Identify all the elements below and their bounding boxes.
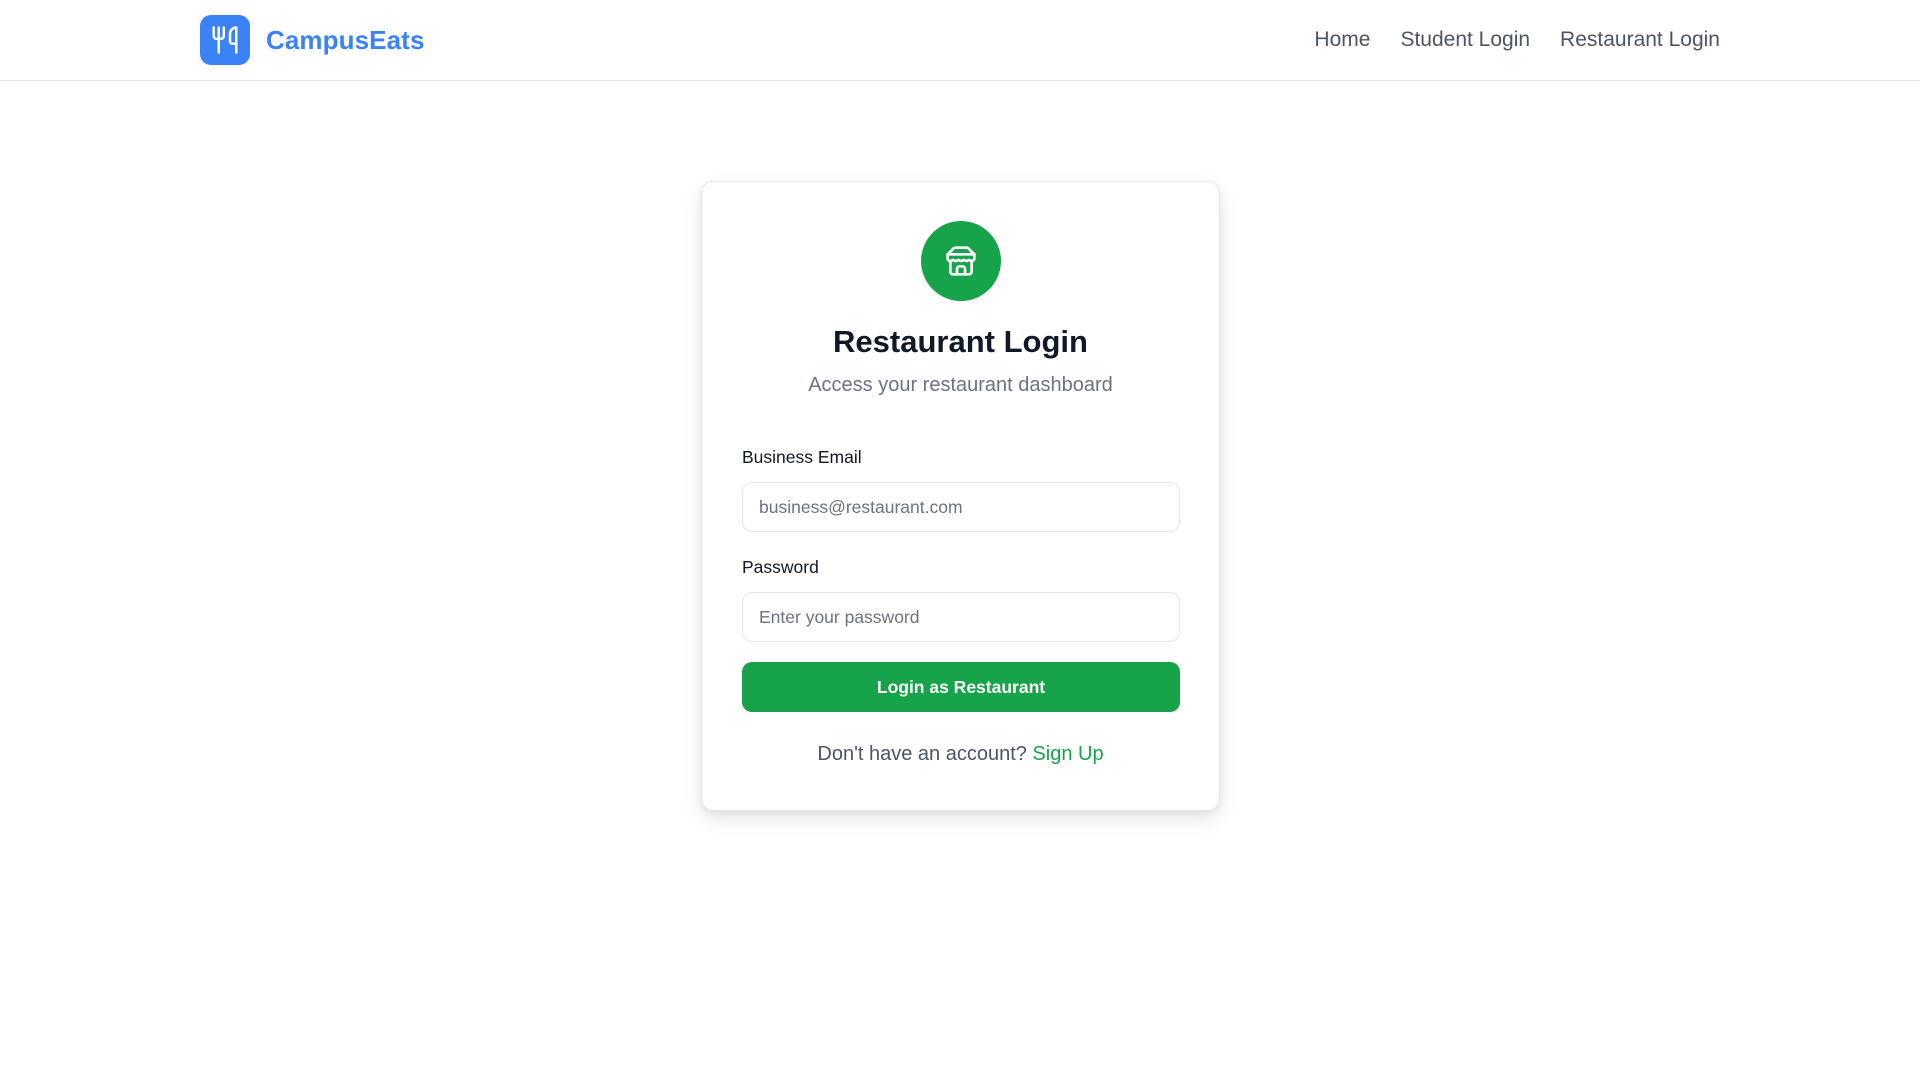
password-input[interactable] xyxy=(742,592,1180,642)
nav-link-restaurant-login[interactable]: Restaurant Login xyxy=(1560,28,1720,52)
business-email-input[interactable] xyxy=(742,482,1180,532)
login-button[interactable]: Login as Restaurant xyxy=(742,662,1180,712)
nav-link-home[interactable]: Home xyxy=(1314,28,1370,52)
main-nav: Home Student Login Restaurant Login xyxy=(1314,24,1720,56)
utensils-icon xyxy=(200,15,250,65)
login-card: Restaurant Login Access your restaurant … xyxy=(701,181,1220,811)
page-title: Restaurant Login xyxy=(833,324,1088,359)
signup-row: Don't have an account? Sign Up xyxy=(702,743,1219,766)
signup-link[interactable]: Sign Up xyxy=(1032,743,1103,765)
brand-name: CampusEats xyxy=(266,24,425,55)
brand-home-link[interactable]: CampusEats xyxy=(200,15,425,65)
page-subtitle: Access your restaurant dashboard xyxy=(808,374,1113,396)
store-icon xyxy=(921,221,1001,301)
nav-link-student-login[interactable]: Student Login xyxy=(1400,28,1530,52)
top-navbar: CampusEats Home Student Login Restaurant… xyxy=(0,0,1920,81)
email-label: Business Email xyxy=(742,447,862,467)
password-label: Password xyxy=(742,557,819,577)
signup-prompt: Don't have an account? xyxy=(817,743,1027,765)
